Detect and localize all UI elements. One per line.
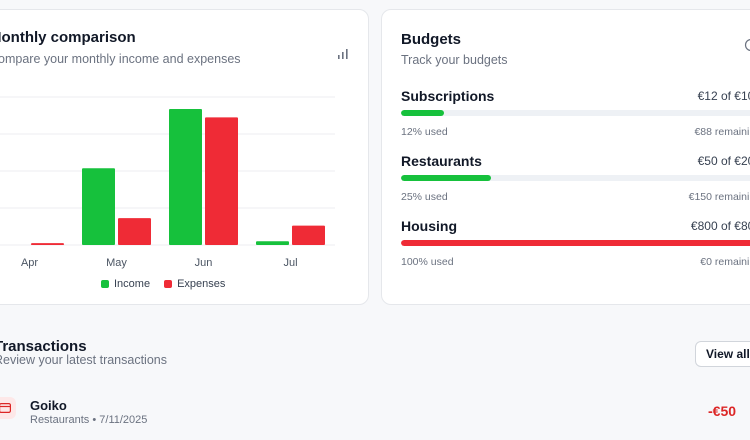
budget-amount: €12 of €100 [697,89,750,103]
budget-progress-fill [401,240,750,246]
legend-expenses: Expenses [164,278,225,290]
view-all-button[interactable]: View all [695,341,750,367]
budget-progress-fill [401,175,491,181]
x-tick-label: Jun [195,257,213,269]
budgets-card: Budgets Track your budgets Subscriptions… [381,9,750,305]
transaction-amount: -€50 [708,403,737,419]
x-tick-label: Apr [21,257,38,269]
budget-used: 25% used [401,191,448,203]
bar-income-jul[interactable] [256,241,289,245]
budget-remaining: €150 remaining [688,191,750,203]
budget-name: Restaurants [401,153,482,169]
legend-income: Income [101,278,150,290]
budget-remaining: €88 remaining [694,126,750,138]
budget-progress-track [401,110,750,116]
transaction-name: Goiko [30,398,67,413]
budget-progress-track [401,175,750,181]
budget-used: 12% used [401,126,448,138]
budgets-title: Budgets [401,31,461,48]
chart-legend: Income Expenses [101,278,239,290]
bar-expenses-may[interactable] [118,218,151,245]
monthly-comparison-card: Monthly comparison Compare your monthly … [0,9,369,305]
info-icon[interactable] [744,38,750,52]
x-tick-label: May [106,257,127,269]
transaction-meta: Restaurants • 7/11/2025 [30,414,148,426]
legend-expenses-label: Expenses [177,278,226,290]
bar-income-jun[interactable] [169,109,202,246]
budgets-subtitle: Track your budgets [401,53,508,67]
budget-used: 100% used [401,256,454,268]
budget-name: Subscriptions [401,88,495,104]
bar-expenses-jun[interactable] [205,117,238,245]
budget-amount: €800 of €800 [690,219,750,233]
bar-chart-icon[interactable] [337,48,349,60]
budget-name: Housing [401,218,457,234]
budget-progress-fill [401,110,445,116]
monthly-bar-chart: Apr May Jun Jul [0,96,335,269]
budget-amount: €50 of €200 [697,154,750,168]
bar-expenses-apr[interactable] [31,243,64,245]
legend-expenses-swatch [164,280,173,288]
transactions-subtitle: Review your latest transactions [0,353,167,367]
monthly-comparison-title: Monthly comparison [0,29,136,46]
bar-expenses-jul[interactable] [292,225,325,245]
x-tick-label: Jul [283,257,297,269]
transaction-row[interactable]: Goiko Restaurants • 7/11/2025 -€50 [0,392,750,432]
monthly-comparison-subtitle: Compare your monthly income and expenses [0,52,241,66]
budget-remaining: €0 remaining [700,256,750,268]
legend-income-swatch [101,280,109,288]
restaurant-card-icon [0,397,16,419]
budget-progress-track [401,240,750,246]
legend-income-label: Income [114,278,151,290]
bar-income-may[interactable] [82,168,115,245]
